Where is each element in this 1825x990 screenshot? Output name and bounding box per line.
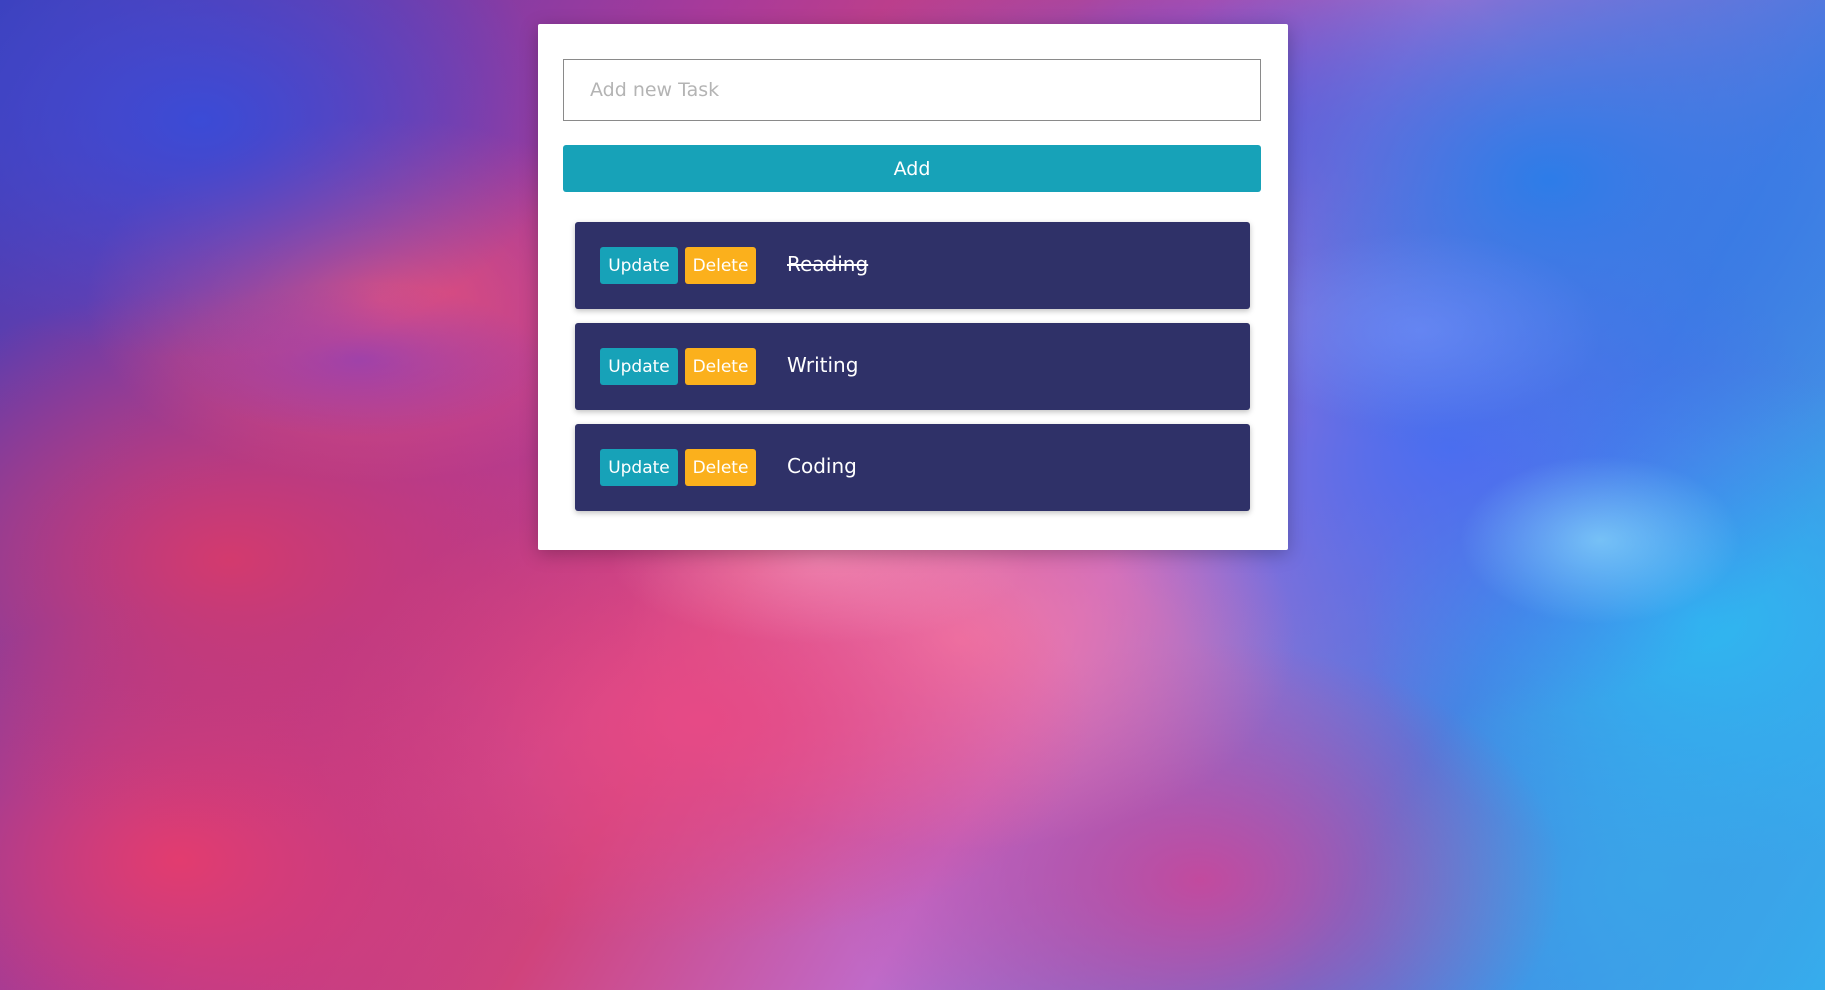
delete-button[interactable]: Delete	[685, 348, 756, 385]
task-item-reading: Update Delete Reading	[575, 222, 1250, 309]
task-text[interactable]: Reading	[787, 222, 868, 309]
add-task-button[interactable]: Add	[563, 145, 1261, 192]
task-list: Update Delete Reading Update Delete Writ…	[575, 222, 1250, 525]
task-item-writing: Update Delete Writing	[575, 323, 1250, 410]
update-button[interactable]: Update	[600, 247, 678, 284]
todo-card: Add Update Delete Reading Update Delete …	[538, 24, 1288, 550]
update-button[interactable]: Update	[600, 449, 678, 486]
delete-button[interactable]: Delete	[685, 449, 756, 486]
new-task-input[interactable]	[563, 59, 1261, 121]
delete-button[interactable]: Delete	[685, 247, 756, 284]
task-text[interactable]: Coding	[787, 424, 857, 511]
task-item-coding: Update Delete Coding	[575, 424, 1250, 511]
update-button[interactable]: Update	[600, 348, 678, 385]
task-text[interactable]: Writing	[787, 323, 858, 410]
